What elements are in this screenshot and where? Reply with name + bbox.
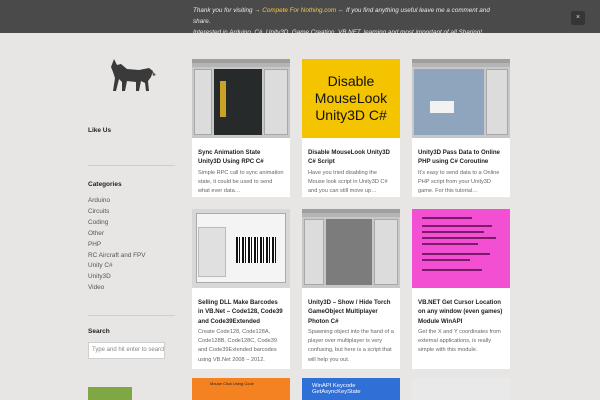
thumbnail-caption: Mouse Click Using Code <box>210 381 254 386</box>
post-card[interactable]: Unity3D Pass Data to Online PHP using C#… <box>412 59 510 197</box>
post-title[interactable]: Disable MouseLook Unity3D C# Script <box>302 148 400 167</box>
sidebar-divider <box>88 315 175 316</box>
post-card[interactable]: Unity3D – Show / Hide Torch GameObject M… <box>302 209 400 369</box>
post-excerpt: Simple RPC call to sync animation state,… <box>198 169 284 195</box>
barcode-icon <box>236 237 276 263</box>
post-title[interactable]: Sync Animation State Unity3D Using RPC C… <box>192 148 290 167</box>
post-thumbnail <box>302 209 400 288</box>
post-thumbnail: Disable MouseLook Unity3D C# <box>302 59 400 138</box>
sidebar-banner-image[interactable] <box>88 387 132 400</box>
sidebar-divider <box>88 165 175 166</box>
post-thumbnail <box>412 209 510 288</box>
notice-line2: Interested in Arduino, C#, Unity3D, Game… <box>193 29 484 36</box>
post-thumbnail <box>192 209 290 288</box>
notice-link[interactable]: Compete For Nothing.com <box>262 7 336 14</box>
notice-prefix: Thank you for visiting → <box>193 7 261 14</box>
post-title[interactable]: Unity3D Pass Data to Online PHP using C#… <box>412 148 510 167</box>
category-item[interactable]: Arduino <box>88 196 146 207</box>
post-card[interactable]: Mouse Click Using Code <box>192 378 290 400</box>
search-heading: Search <box>88 328 110 335</box>
site-logo[interactable] <box>105 55 157 101</box>
post-title[interactable]: VB.NET Get Cursor Location on any window… <box>412 298 510 326</box>
notification-bar: Thank you for visiting → Compete For Not… <box>0 0 600 36</box>
category-item[interactable]: Unity C# <box>88 261 146 272</box>
post-excerpt: Create Code128, Code128A, Code128B, Code… <box>198 328 277 363</box>
post-excerpt: Have you tried disabling the Mouse look … <box>308 169 388 195</box>
post-card[interactable] <box>412 378 510 400</box>
category-item[interactable]: Other <box>88 229 146 240</box>
post-card[interactable]: Sync Animation State Unity3D Using RPC C… <box>192 59 290 197</box>
post-thumbnail <box>412 59 510 138</box>
post-card[interactable]: VB.NET Get Cursor Location on any window… <box>412 209 510 369</box>
category-list: Arduino Circuits Coding Other PHP RC Air… <box>88 196 146 294</box>
category-item[interactable]: Unity3D <box>88 272 146 283</box>
like-us-heading: Like Us <box>88 127 112 134</box>
post-excerpt: Get the X and Y coordinates from externa… <box>418 328 501 354</box>
post-thumbnail <box>412 378 510 400</box>
thumbnail-caption: WinAPI Keycode GetAsyncKeyState <box>312 383 361 395</box>
close-button[interactable]: × <box>571 11 585 25</box>
wolf-logo-icon <box>111 59 156 91</box>
post-title[interactable]: Unity3D – Show / Hide Torch GameObject M… <box>302 298 400 326</box>
thumbnail-text: Disable MouseLook Unity3D C# <box>314 73 388 123</box>
post-card[interactable]: WinAPI Keycode GetAsyncKeyState <box>302 378 400 400</box>
post-card[interactable]: Selling DLL Make Barcodes in VB.Net – Co… <box>192 209 290 369</box>
post-excerpt: It’s easy to send data to a Online PHP s… <box>418 169 500 195</box>
category-item[interactable]: Coding <box>88 218 146 229</box>
category-item[interactable]: Circuits <box>88 207 146 218</box>
category-item[interactable]: Video <box>88 283 146 294</box>
post-thumbnail: WinAPI Keycode GetAsyncKeyState <box>302 378 400 400</box>
post-thumbnail: Mouse Click Using Code <box>192 378 290 400</box>
post-excerpt: Spawning object into the hand of a playe… <box>308 328 394 363</box>
category-item[interactable]: RC Aircraft and FPV <box>88 251 146 262</box>
post-title[interactable]: Selling DLL Make Barcodes in VB.Net – Co… <box>192 298 290 326</box>
search-input[interactable]: Type and hit enter to search <box>88 342 165 359</box>
post-card[interactable]: Disable MouseLook Unity3D C# Disable Mou… <box>302 59 400 197</box>
post-thumbnail <box>192 59 290 138</box>
categories-heading: Categories <box>88 181 122 188</box>
category-item[interactable]: PHP <box>88 240 146 251</box>
notification-text: Thank you for visiting → Compete For Not… <box>193 5 493 38</box>
